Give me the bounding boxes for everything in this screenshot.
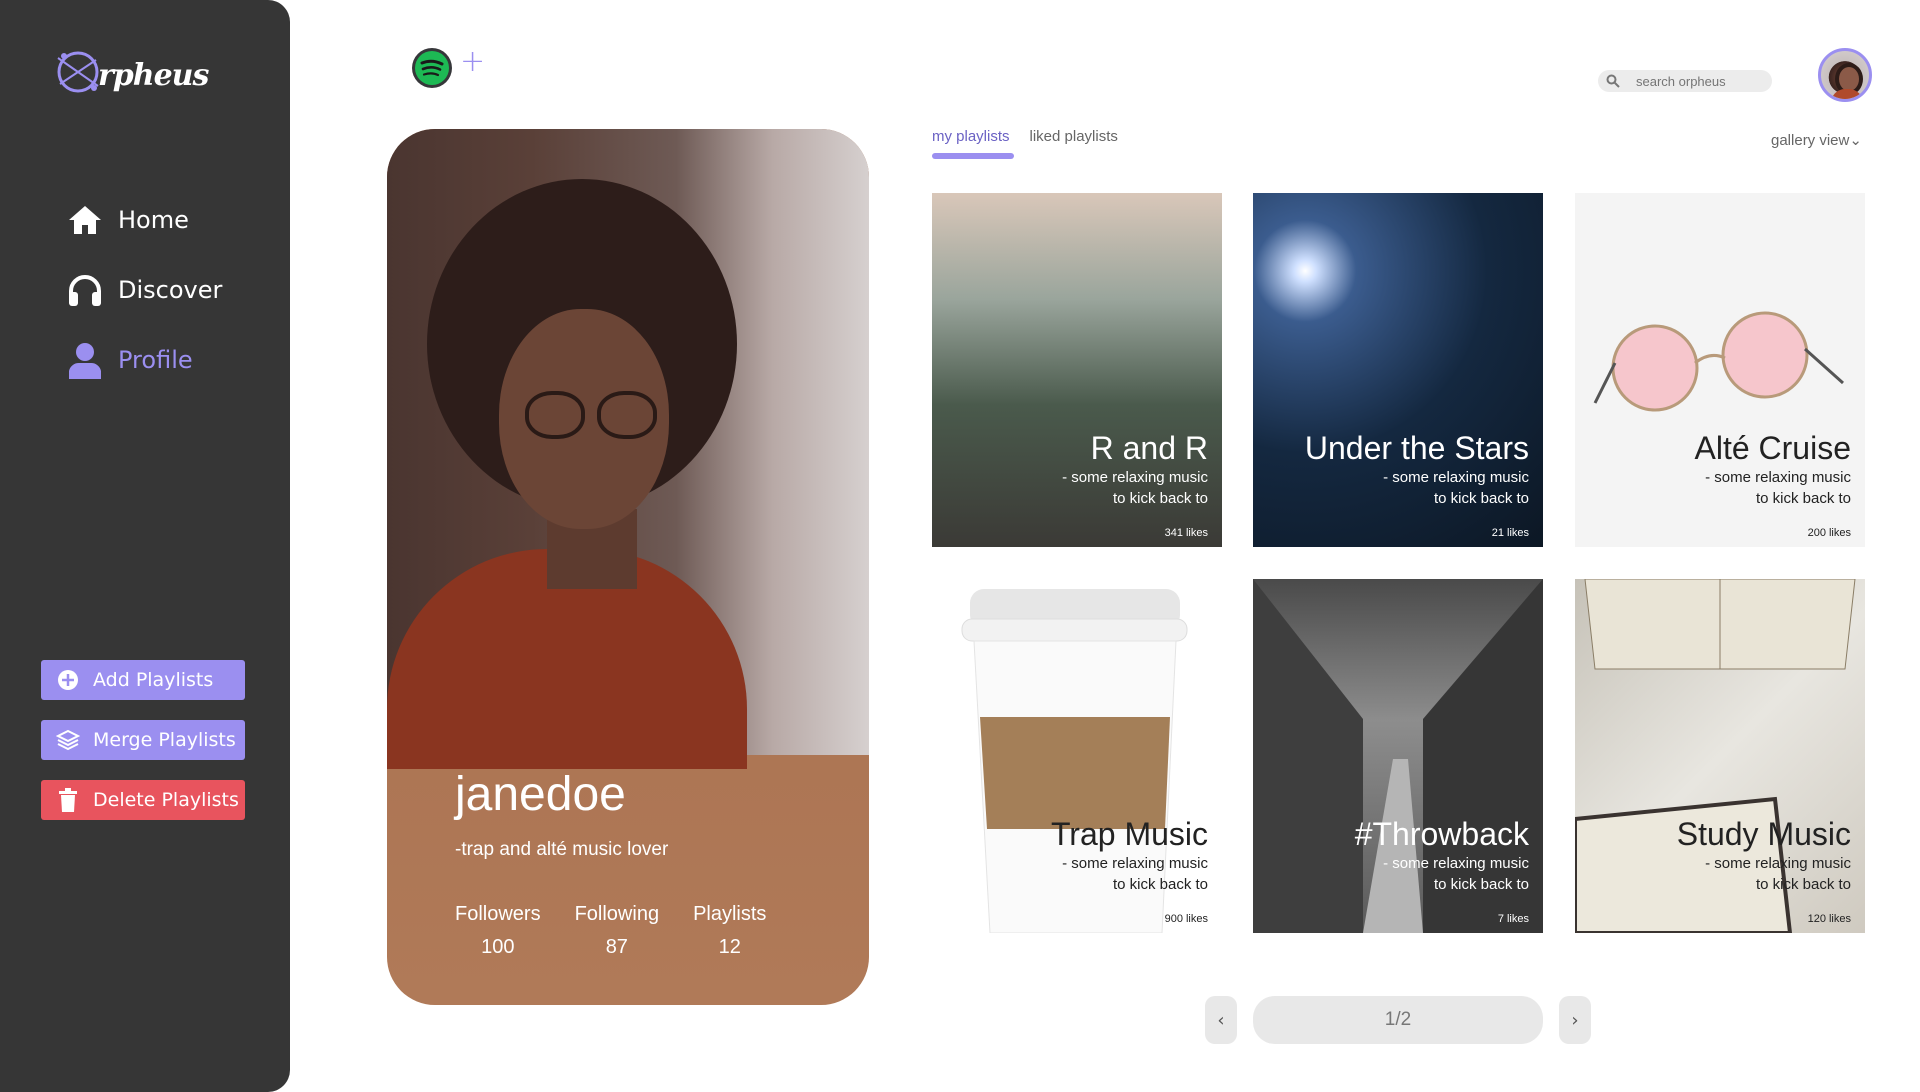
playlist-desc-line: to kick back to xyxy=(1433,876,1529,893)
add-playlists-label: Add Playlists xyxy=(93,669,214,691)
chevron-down-icon: ⌄ xyxy=(1849,132,1862,149)
home-icon xyxy=(66,201,104,239)
prev-page-button[interactable]: ‹ xyxy=(1205,996,1237,1044)
view-select-label: gallery view xyxy=(1771,132,1850,149)
profile-stats: Followers 100 Following 87 Playlists 12 xyxy=(455,903,800,959)
tab-my-playlists[interactable]: my playlists xyxy=(932,128,1010,145)
playlist-desc-line: to kick back to xyxy=(1755,876,1851,893)
stat-label: Following xyxy=(574,903,660,925)
playlist-desc-line: to kick back to xyxy=(1112,876,1208,893)
next-page-button[interactable]: › xyxy=(1559,996,1591,1044)
stat-value: 12 xyxy=(718,936,741,958)
playlist-desc-line: - some relaxing music xyxy=(1383,469,1529,486)
spotify-button[interactable] xyxy=(412,48,452,88)
add-account-button[interactable]: + xyxy=(460,44,485,79)
logo-text: rpheus xyxy=(98,57,209,93)
playlist-likes: 200 likes xyxy=(1807,527,1851,539)
playlist-description: - some relaxing music to kick back to xyxy=(1008,467,1208,509)
playlist-tile[interactable]: Alté Cruise - some relaxing music to kick… xyxy=(1575,193,1865,547)
chevron-right-icon: › xyxy=(1571,1009,1579,1031)
plus-circle-icon xyxy=(55,667,81,693)
user-icon xyxy=(66,341,104,379)
stat-following[interactable]: Following 87 xyxy=(575,903,659,959)
search-icon xyxy=(1606,74,1624,88)
avatar[interactable] xyxy=(1818,48,1872,102)
chevron-left-icon: ‹ xyxy=(1217,1009,1225,1031)
trash-icon xyxy=(55,787,81,813)
playlist-title: Alté Cruise xyxy=(1694,430,1852,466)
headphones-icon xyxy=(66,271,104,309)
search-bar[interactable] xyxy=(1598,70,1772,92)
playlist-likes: 7 likes xyxy=(1497,913,1529,925)
nav-item-discover[interactable]: Discover xyxy=(66,270,222,310)
playlist-description: - some relaxing music to kick back to xyxy=(1008,853,1208,895)
playlist-title: R and R xyxy=(1090,430,1208,466)
playlist-tile[interactable]: Trap Music - some relaxing music to kick … xyxy=(932,579,1222,933)
profile-username: janedoe xyxy=(455,768,626,821)
playlist-description: - some relaxing music to kick back to xyxy=(1329,467,1529,509)
playlist-likes: 341 likes xyxy=(1164,527,1208,539)
profile-card: janedoe -trap and alté music lover Follo… xyxy=(387,129,869,1005)
stat-label: Playlists xyxy=(693,903,767,925)
profile-bio: -trap and alté music lover xyxy=(455,839,669,860)
tab-liked-playlists[interactable]: liked playlists xyxy=(1030,128,1118,145)
playlist-desc-line: - some relaxing music xyxy=(1062,855,1208,872)
main-nav: Home Discover Profile xyxy=(66,200,222,410)
playlist-tabs: my playlists liked playlists xyxy=(932,128,1138,145)
playlist-desc-line: to kick back to xyxy=(1755,490,1851,507)
delete-playlists-button[interactable]: Delete Playlists xyxy=(41,780,245,820)
playlist-desc-line: - some relaxing music xyxy=(1705,855,1851,872)
playlist-likes: 21 likes xyxy=(1491,527,1529,539)
playlist-likes: 120 likes xyxy=(1807,913,1851,925)
playlist-tile[interactable]: Study Music - some relaxing music to kick… xyxy=(1575,579,1865,933)
profile-photo xyxy=(387,129,869,769)
spotify-icon xyxy=(415,51,449,85)
playlist-title: Trap Music xyxy=(1050,816,1208,852)
sidebar: rpheus Home Discover Profile Add Playlis… xyxy=(0,0,290,1092)
stat-label: Followers xyxy=(455,903,541,925)
merge-playlists-label: Merge Playlists xyxy=(93,729,236,751)
playlist-likes: 900 likes xyxy=(1164,913,1208,925)
playlist-desc-line: to kick back to xyxy=(1112,490,1208,507)
playlist-desc-line: - some relaxing music xyxy=(1383,855,1529,872)
playlist-tile[interactable]: R and R - some relaxing music to kick bac… xyxy=(932,193,1222,547)
playlist-desc-line: - some relaxing music xyxy=(1062,469,1208,486)
merge-playlists-button[interactable]: Merge Playlists xyxy=(41,720,245,760)
view-select-dropdown[interactable]: gallery view⌄ xyxy=(1771,131,1862,149)
nav-label-discover: Discover xyxy=(118,276,223,304)
add-playlists-button[interactable]: Add Playlists xyxy=(41,660,245,700)
stat-followers[interactable]: Followers 100 xyxy=(455,903,541,959)
stat-playlists[interactable]: Playlists 12 xyxy=(693,903,766,959)
delete-playlists-label: Delete Playlists xyxy=(93,789,239,811)
search-input[interactable] xyxy=(1634,72,1758,90)
playlist-tile[interactable]: #Throwback - some relaxing music to kick … xyxy=(1253,579,1543,933)
playlist-title: Under the Stars xyxy=(1304,430,1529,466)
playlist-desc-line: to kick back to xyxy=(1433,490,1529,507)
nav-label-profile: Profile xyxy=(118,346,193,374)
playlist-description: - some relaxing music to kick back to xyxy=(1329,853,1529,895)
stat-value: 100 xyxy=(481,936,515,958)
playlist-title: #Throwback xyxy=(1354,816,1529,852)
nav-item-profile[interactable]: Profile xyxy=(66,340,222,380)
layers-icon xyxy=(55,727,81,753)
playlist-desc-line: - some relaxing music xyxy=(1705,469,1851,486)
active-tab-indicator xyxy=(932,153,1014,159)
stat-value: 87 xyxy=(605,936,628,958)
playlist-tile[interactable]: Under the Stars - some relaxing music to … xyxy=(1253,193,1543,547)
orpheus-logo[interactable]: rpheus xyxy=(50,44,209,100)
page-indicator: 1/2 xyxy=(1253,996,1543,1044)
playlist-description: - some relaxing music to kick back to xyxy=(1651,853,1851,895)
playlist-description: - some relaxing music to kick back to xyxy=(1651,467,1851,509)
playlist-title: Study Music xyxy=(1676,816,1851,852)
nav-item-home[interactable]: Home xyxy=(66,200,222,240)
nav-label-home: Home xyxy=(118,206,189,234)
